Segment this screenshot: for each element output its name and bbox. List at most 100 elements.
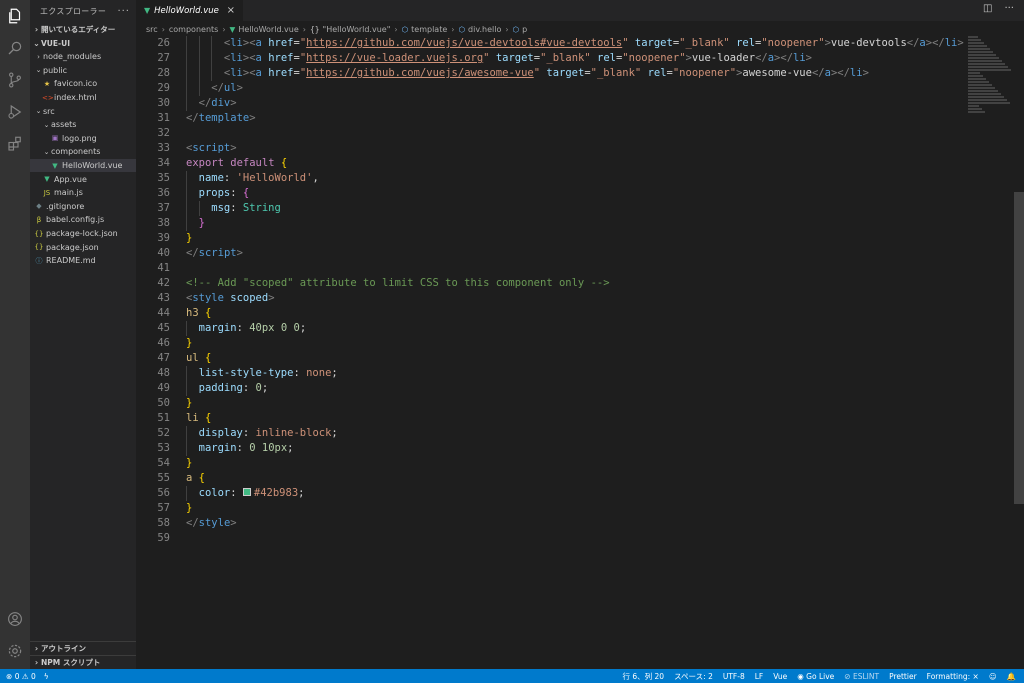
language-mode[interactable]: Vue (773, 672, 787, 681)
tree-file[interactable]: β babel.config.js (30, 213, 136, 227)
split-editor-icon[interactable]: ◫ (983, 3, 992, 14)
breadcrumb-item[interactable]: div.hello (468, 25, 501, 34)
minimap-line (968, 51, 993, 53)
eslint-status[interactable]: ⊘ ESLINT (844, 672, 879, 681)
go-live-label: Go Live (806, 671, 835, 681)
account-icon[interactable] (3, 607, 27, 631)
outline-label: アウトライン (41, 643, 86, 653)
search-icon[interactable] (3, 36, 27, 60)
npm-scripts-section[interactable]: › NPM スクリプト (30, 655, 136, 668)
code-line: 33 <script> (136, 141, 966, 156)
minimap-line (968, 57, 999, 59)
tree-file[interactable]: {} package-lock.json (30, 227, 136, 241)
code-text: <!-- Add "scoped" attribute to limit CSS… (186, 277, 610, 289)
tree-folder[interactable]: ⌄ assets (30, 118, 136, 132)
tree-item-label: README.md (46, 256, 96, 266)
source-control-icon[interactable] (3, 68, 27, 92)
minimap[interactable] (968, 36, 1016, 116)
minimap-line (968, 36, 978, 38)
line-number: 43 (157, 292, 170, 304)
code-line: 38} (136, 216, 966, 231)
error-icon: ⊗ (6, 671, 13, 681)
code-text: <li><a href="https://github.com/vuejs/aw… (223, 67, 869, 79)
vertical-scrollbar[interactable] (1014, 192, 1024, 504)
tree-file[interactable]: ◆ .gitignore (30, 200, 136, 214)
tree-file[interactable]: JS main.js (30, 186, 136, 200)
chevron-down-icon: ⌄ (35, 66, 42, 75)
settings-gear-icon[interactable] (3, 639, 27, 663)
code-line: 55 a { (136, 471, 966, 486)
tree-item-label: babel.config.js (46, 215, 105, 225)
line-number: 27 (157, 52, 170, 64)
indent-guide (211, 51, 213, 66)
indentation[interactable]: スペース: 2 (674, 671, 713, 682)
line-number: 57 (157, 502, 170, 514)
open-editors-section[interactable]: › 開いているエディター (30, 22, 136, 36)
tree-folder[interactable]: › node_modules (30, 50, 136, 64)
cursor-position[interactable]: 行 6、列 20 (622, 671, 664, 682)
breadcrumb-item[interactable]: "HelloWorld.vue" (323, 25, 391, 34)
encoding[interactable]: UTF-8 (723, 672, 745, 681)
tree-file[interactable]: ⓘ README.md (30, 254, 136, 268)
more-actions-icon[interactable]: ··· (117, 6, 130, 17)
git-file-icon: ◆ (36, 202, 42, 211)
tree-file[interactable]: ▼ App.vue (30, 172, 136, 186)
extensions-icon[interactable] (3, 132, 27, 156)
eslint-label: ESLINT (852, 671, 880, 681)
image-file-icon: ▣ (51, 134, 59, 143)
run-debug-icon[interactable] (3, 100, 27, 124)
disabled-icon: ⊘ (844, 671, 851, 681)
explorer-icon[interactable] (3, 4, 27, 28)
indent-guide (186, 321, 187, 336)
prettier-status[interactable]: Prettier (889, 672, 917, 681)
breadcrumb-item[interactable]: src (146, 25, 158, 34)
tree-file[interactable]: ★ favicon.ico (30, 77, 136, 91)
tree-folder[interactable]: ⌄ src (30, 104, 136, 118)
code-line: 53 margin: 0 10px; (136, 441, 966, 456)
outline-section[interactable]: › アウトライン (30, 641, 136, 654)
tree-file[interactable]: {} package.json (30, 240, 136, 254)
code-line: 52 display: inline-block; (136, 426, 966, 441)
tree-file[interactable]: ▼ HelloWorld.vue (30, 158, 136, 173)
symbol-field-icon: ⬡ (512, 25, 520, 34)
vue-file-icon: ▼ (144, 6, 151, 15)
tree-item-label: main.js (54, 188, 83, 198)
breadcrumb-item[interactable]: template (411, 25, 447, 34)
problems-indicator[interactable]: ⊗ 0 ⚠ 0 (6, 672, 36, 681)
tree-folder[interactable]: ⌄ public (30, 64, 136, 78)
bell-icon[interactable]: 🔔 (1007, 672, 1016, 681)
close-icon[interactable]: × (227, 5, 235, 16)
activity-bar (0, 0, 30, 669)
tab-bar: ▼ HelloWorld.vue × ◫ ··· (136, 0, 1024, 21)
code-text: } (186, 457, 193, 469)
chevron-down-icon: ⌄ (43, 120, 50, 129)
project-section[interactable]: ⌄ VUE-UI (30, 36, 136, 50)
breadcrumb-item[interactable]: HelloWorld.vue (238, 25, 298, 34)
line-number: 51 (157, 412, 170, 424)
formatting-status[interactable]: Formatting: × (927, 672, 979, 681)
code-line: 57} (136, 501, 966, 516)
line-number: 36 (157, 187, 170, 199)
tree-file[interactable]: <> index.html (30, 91, 136, 105)
indent-guide (186, 381, 187, 396)
tree-folder[interactable]: ⌄ components (30, 145, 136, 159)
code-text: </ul> (211, 82, 243, 94)
indent-guide (198, 201, 200, 216)
lightning-icon[interactable]: ϟ (44, 672, 49, 681)
code-editor[interactable]: 26 <li><a href="https://github.com/vuejs/… (136, 36, 966, 669)
feedback-icon[interactable]: ☺ (989, 672, 997, 681)
code-line: 27 <li><a href="https://vue-loader.vuejs.… (136, 51, 966, 66)
go-live-button[interactable]: ◉ Go Live (797, 672, 834, 681)
more-actions-icon[interactable]: ··· (1004, 3, 1014, 14)
end-of-line[interactable]: LF (755, 672, 764, 681)
minimap-line (968, 72, 980, 74)
code-line: 42 <!-- Add "scoped" attribute to limit C… (136, 276, 966, 291)
tree-file[interactable]: ▣ logo.png (30, 132, 136, 146)
breadcrumb-item[interactable]: components (169, 25, 218, 34)
chevron-right-icon: › (222, 25, 226, 34)
code-line: 50} (136, 396, 966, 411)
breadcrumb-item[interactable]: p (522, 25, 527, 34)
code-text: list-style-type: none; (198, 367, 338, 379)
tab-helloworld-vue[interactable]: ▼ HelloWorld.vue × (136, 0, 244, 21)
chevron-right-icon: › (451, 25, 455, 34)
